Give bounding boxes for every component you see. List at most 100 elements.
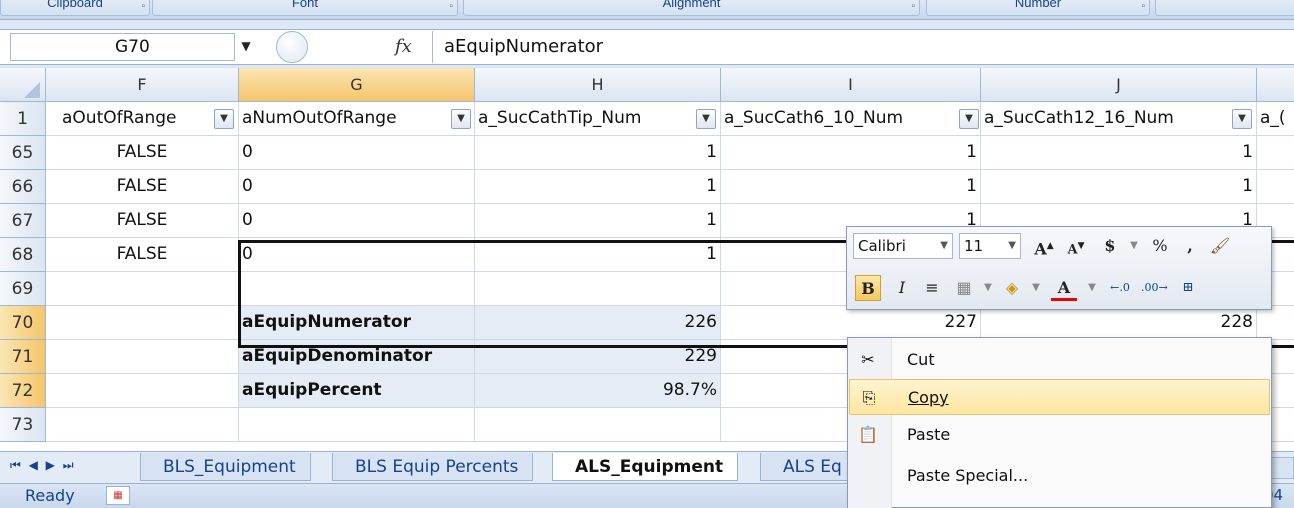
cell-g[interactable]: aEquipNumerator	[239, 306, 475, 340]
sheet-tab-active[interactable]: ALS_Equipment	[552, 453, 739, 481]
table-header-cell[interactable]: a_SucCath12_16_Num	[981, 102, 1257, 136]
table-header-cell[interactable]: a_SucCath6_10_Num	[721, 102, 981, 136]
cell-g[interactable]: 0	[239, 238, 475, 272]
sheet-tab[interactable]: BLS Equip Percents	[332, 453, 534, 481]
cell-g[interactable]: 0	[239, 204, 475, 238]
column-header-j[interactable]: J	[981, 68, 1257, 102]
grow-font-button[interactable]: A▲	[1031, 233, 1057, 259]
chevron-down-icon[interactable]: ▼	[1023, 275, 1049, 301]
menu-item-copy[interactable]: ⎘ Copy	[849, 379, 1270, 415]
format-painter-icon[interactable]: 🖌	[1207, 233, 1233, 259]
cell-f[interactable]	[46, 272, 239, 306]
italic-button[interactable]: I	[889, 275, 915, 301]
menu-item-paste[interactable]: 📋 Paste	[849, 417, 1270, 453]
cell-f[interactable]	[46, 374, 239, 408]
cell-j[interactable]: 1	[981, 170, 1257, 204]
dialog-launcher-icon[interactable]: ▫	[141, 0, 145, 17]
menu-item-paste-special[interactable]: Paste Special...	[849, 458, 1270, 494]
cell-h[interactable]: 1	[475, 136, 721, 170]
row-header[interactable]: 66	[0, 170, 46, 204]
macro-record-icon[interactable]: ▦	[106, 486, 130, 505]
name-box[interactable]: G70	[10, 33, 235, 61]
table-header-cell[interactable]: aOutOfRange	[46, 102, 239, 136]
cell-g[interactable]: aEquipDenominator	[239, 340, 475, 374]
cell-h[interactable]: 226	[475, 306, 721, 340]
table-header-cell[interactable]: aNumOutOfRange	[239, 102, 475, 136]
cell-h[interactable]: 1	[475, 170, 721, 204]
font-name-dropdown[interactable]: Calibri ▼	[853, 233, 953, 259]
column-header-h[interactable]: H	[475, 68, 721, 102]
column-header-f[interactable]: F	[46, 68, 239, 102]
row-header[interactable]: 67	[0, 204, 46, 238]
cell-g[interactable]: 0	[239, 170, 475, 204]
merge-center-icon[interactable]: ⊞	[1175, 275, 1201, 301]
center-align-icon[interactable]: ≡	[919, 275, 945, 301]
row-header[interactable]: 72	[0, 374, 46, 408]
chevron-down-icon[interactable]: ▼	[1121, 233, 1147, 259]
row-header[interactable]: 70	[0, 306, 46, 340]
cell-h[interactable]: 1	[475, 204, 721, 238]
bold-button[interactable]: B	[855, 275, 881, 301]
dialog-launcher-icon[interactable]: ▫	[449, 0, 453, 17]
cell-k[interactable]	[1257, 170, 1294, 204]
cell-f[interactable]	[46, 306, 239, 340]
cell-g[interactable]	[239, 408, 475, 442]
cell-j[interactable]: 1	[981, 136, 1257, 170]
filter-dropdown-icon[interactable]: ▼	[959, 109, 979, 129]
borders-icon[interactable]: ▦	[951, 275, 977, 301]
cell-h[interactable]: 1	[475, 238, 721, 272]
cell-i[interactable]: 1	[721, 136, 981, 170]
table-header-cell[interactable]: a_SucCathTip_Num	[475, 102, 721, 136]
percent-style-button[interactable]: %	[1147, 233, 1173, 259]
cell-f[interactable]	[46, 408, 239, 442]
cell-f[interactable]: FALSE	[46, 170, 239, 204]
cell-h[interactable]: 98.7%	[475, 374, 721, 408]
row-header[interactable]: 69	[0, 272, 46, 306]
row-header[interactable]: 73	[0, 408, 46, 442]
cell-h[interactable]	[475, 272, 721, 306]
filter-dropdown-icon[interactable]: ▼	[696, 109, 716, 129]
column-header-k[interactable]	[1257, 68, 1294, 102]
cell-i[interactable]: 1	[721, 170, 981, 204]
menu-item-cut[interactable]: ✂ Cut	[849, 342, 1270, 378]
sheet-tab[interactable]: ALS Eq	[760, 453, 857, 481]
cell-g[interactable]	[239, 272, 475, 306]
row-header[interactable]: 1	[0, 102, 46, 136]
decrease-decimal-icon[interactable]: .00→	[1141, 275, 1168, 301]
filter-dropdown-icon[interactable]: ▼	[451, 109, 471, 129]
table-header-cell[interactable]: a_(	[1257, 102, 1294, 136]
font-color-icon[interactable]: A	[1051, 275, 1077, 301]
name-box-dropdown-icon[interactable]: ▼	[238, 38, 254, 54]
cell-g[interactable]: aEquipPercent	[239, 374, 475, 408]
cell-h[interactable]: 229	[475, 340, 721, 374]
cell-h[interactable]	[475, 408, 721, 442]
row-header[interactable]: 68	[0, 238, 46, 272]
cell-k[interactable]	[1257, 136, 1294, 170]
cell-j[interactable]: 228	[981, 306, 1257, 340]
cell-f[interactable]: FALSE	[46, 136, 239, 170]
formula-bar-resize-icon[interactable]	[276, 31, 308, 63]
font-size-dropdown[interactable]: 11 ▼	[959, 233, 1021, 259]
dialog-launcher-icon[interactable]: ▫	[1141, 0, 1145, 17]
column-header-i[interactable]: I	[721, 68, 981, 102]
comma-style-button[interactable]: ,	[1177, 233, 1203, 259]
accounting-format-button[interactable]: $	[1097, 233, 1123, 259]
filter-dropdown-icon[interactable]: ▼	[214, 109, 234, 129]
sheet-nav-arrows-icon[interactable]: ⏮ ◀ ▶ ⏭	[10, 458, 76, 473]
increase-decimal-icon[interactable]: ←.0	[1107, 275, 1133, 301]
cell-f[interactable]: FALSE	[46, 238, 239, 272]
filter-dropdown-icon[interactable]: ▼	[1232, 109, 1252, 129]
cell-k[interactable]	[1257, 306, 1294, 340]
cell-i[interactable]: 227	[721, 306, 981, 340]
formula-input[interactable]: aEquipNumerator	[444, 36, 603, 57]
sheet-tab[interactable]: BLS_Equipment	[140, 453, 311, 481]
shrink-font-button[interactable]: A▼	[1063, 233, 1089, 259]
cell-f[interactable]	[46, 340, 239, 374]
chevron-down-icon[interactable]: ▼	[975, 275, 1001, 301]
column-header-g[interactable]: G	[239, 68, 475, 102]
cell-g[interactable]: 0	[239, 136, 475, 170]
cell-f[interactable]: FALSE	[46, 204, 239, 238]
row-header[interactable]: 71	[0, 340, 46, 374]
row-header[interactable]: 65	[0, 136, 46, 170]
chevron-down-icon[interactable]: ▼	[1079, 275, 1105, 301]
